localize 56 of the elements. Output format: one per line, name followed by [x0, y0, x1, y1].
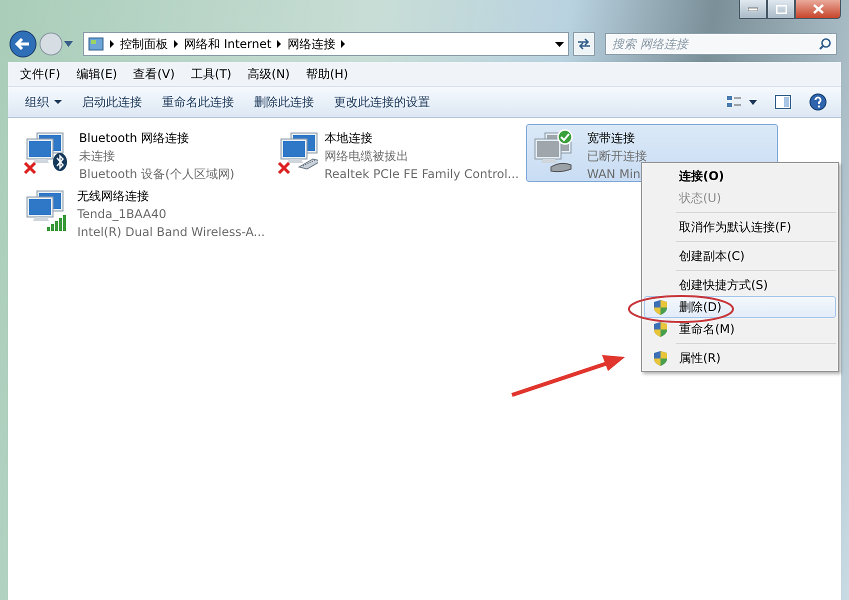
history-dropdown-icon[interactable]	[64, 41, 73, 47]
maximize-button[interactable]	[767, 0, 795, 19]
breadcrumb[interactable]: 网络和 Internet	[184, 36, 272, 52]
context-menu-item[interactable]: 属性(R)	[644, 347, 836, 369]
menu-item[interactable]: 工具(T)	[182, 64, 240, 84]
connection-item[interactable]: 本地连接 网络电缆被拔出 Realtek PCIe FE Family Control...	[272, 124, 524, 182]
breadcrumb[interactable]: 控制面板	[120, 36, 168, 52]
control-panel-icon	[88, 36, 104, 52]
connection-item[interactable]: Bluetooth 网络连接 未连接 Bluetooth 设备(个人区域网)	[18, 124, 270, 182]
device-name: Intel(R) Dual Band Wireless-A...	[77, 224, 265, 241]
connection-status: 已断开连接	[587, 148, 647, 165]
back-button[interactable]	[8, 29, 38, 59]
context-menu-item[interactable]: 取消作为默认连接(F)	[644, 216, 836, 238]
toolbar-button[interactable]: 更改此连接的设置	[325, 90, 439, 114]
menu-item[interactable]: 帮助(H)	[298, 64, 356, 84]
connection-name: 宽带连接	[587, 130, 636, 147]
minimize-button[interactable]	[739, 0, 767, 19]
connection-status: Tenda_1BAA40	[77, 206, 168, 223]
shield-icon	[654, 350, 666, 366]
close-icon	[812, 4, 824, 14]
connection-status: 未连接	[79, 148, 116, 165]
device-name: WAN Min	[587, 166, 642, 183]
device-name: Realtek PCIe FE Family Control...	[324, 166, 519, 183]
context-menu-item[interactable]: 删除(D)	[644, 296, 836, 318]
refresh-icon	[577, 38, 591, 50]
context-menu-item[interactable]: 重命名(M)	[644, 318, 836, 340]
connection-status: 网络电缆被拔出	[324, 148, 410, 165]
close-button[interactable]	[795, 0, 841, 19]
toolbar-button[interactable]: 删除此连接	[245, 90, 323, 114]
connection-item[interactable]: 无线网络连接 Tenda_1BAA40 Intel(R) Dual Band Wireless-A...	[18, 182, 270, 240]
refresh-button[interactable]	[573, 32, 595, 56]
view-options-icon[interactable]	[727, 95, 757, 109]
menu-item[interactable]: 高级(N)	[240, 64, 298, 84]
connection-name: Bluetooth 网络连接	[79, 130, 190, 147]
minimize-icon	[748, 7, 758, 11]
maximize-icon	[776, 4, 786, 14]
help-icon[interactable]	[809, 93, 827, 111]
menu-item[interactable]: 编辑(E)	[68, 64, 126, 84]
preview-pane-icon[interactable]	[775, 95, 791, 109]
breadcrumb[interactable]: 网络连接	[287, 36, 336, 52]
device-name: Bluetooth 设备(个人区域网)	[79, 166, 234, 183]
search-field[interactable]: 搜索 网络连接	[605, 33, 837, 55]
menu-item[interactable]: 查看(V)	[125, 64, 183, 84]
search-icon	[819, 38, 831, 50]
shield-icon	[654, 322, 666, 336]
connection-name: 本地连接	[324, 130, 374, 147]
shield-icon	[654, 300, 666, 314]
toolbar-button[interactable]: 重命名此连接	[153, 90, 243, 114]
context-menu-item[interactable]: 创建快捷方式(S)	[644, 274, 836, 296]
menu-item[interactable]: 文件(F)	[12, 64, 68, 84]
dropdown-icon[interactable]	[555, 42, 564, 46]
connection-name: 无线网络连接	[77, 188, 150, 205]
toolbar-button[interactable]: 组织	[16, 90, 71, 114]
toolbar-button[interactable]: 启动此连接	[73, 90, 151, 114]
context-menu-item[interactable]: 创建副本(C)	[644, 245, 836, 267]
address-bar[interactable]: 控制面板 网络和 Internet 网络连接	[83, 32, 569, 56]
